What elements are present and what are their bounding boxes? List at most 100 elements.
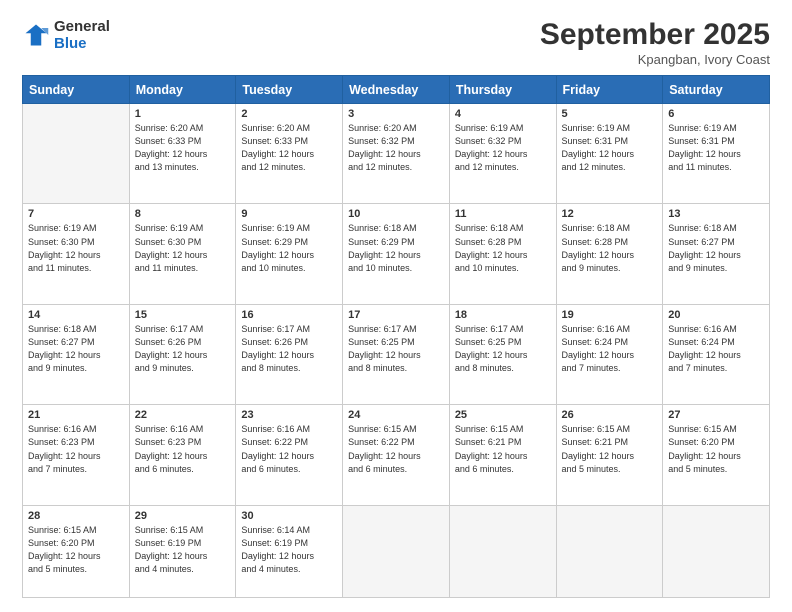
- calendar-week-3: 14Sunrise: 6:18 AM Sunset: 6:27 PM Dayli…: [23, 304, 770, 404]
- calendar-cell: 9 Sunrise: 6:19 AM Sunset: 6:29 PM Daylig…: [236, 204, 343, 304]
- day-info: Sunrise: 6:18 AM Sunset: 6:28 PM Dayligh…: [562, 222, 658, 274]
- day-number: 9: [241, 208, 337, 220]
- day-number: 22: [135, 409, 231, 421]
- day-number: 24: [348, 409, 444, 421]
- logo: General Blue: [22, 18, 110, 53]
- day-number: 15: [135, 309, 231, 321]
- calendar-week-5: 28 Sunrise: 6:15 AM Sunset: 6:20 PM Dayli…: [23, 505, 770, 597]
- day-number: 20: [668, 309, 764, 321]
- day-number: 13: [668, 208, 764, 220]
- calendar-week-4: 21 Sunrise: 6:16 AM Sunset: 6:23 PM Dayli…: [23, 405, 770, 505]
- calendar-table: SundayMondayTuesdayWednesdayThursdayFrid…: [22, 75, 770, 598]
- calendar-week-2: 7 Sunrise: 6:19 AM Sunset: 6:30 PM Daylig…: [23, 204, 770, 304]
- day-info: Sunrise: 6:17 AM Sunset: 6:25 PM Dayligh…: [455, 323, 551, 375]
- calendar-cell: 20Sunrise: 6:16 AM Sunset: 6:24 PM Dayli…: [663, 304, 770, 404]
- day-info: Sunrise: 6:19 AM Sunset: 6:29 PM Dayligh…: [241, 222, 337, 274]
- calendar-week-1: 1 Sunrise: 6:20 AM Sunset: 6:33 PM Daylig…: [23, 104, 770, 204]
- day-info: Sunrise: 6:19 AM Sunset: 6:31 PM Dayligh…: [562, 122, 658, 174]
- calendar-cell: 25Sunrise: 6:15 AM Sunset: 6:21 PM Dayli…: [449, 405, 556, 505]
- day-info: Sunrise: 6:15 AM Sunset: 6:21 PM Dayligh…: [562, 423, 658, 475]
- weekday-header-saturday: Saturday: [663, 76, 770, 104]
- calendar-cell: 26 Sunrise: 6:15 AM Sunset: 6:21 PM Dayli…: [556, 405, 663, 505]
- day-info: Sunrise: 6:16 AM Sunset: 6:23 PM Dayligh…: [135, 423, 231, 475]
- calendar-cell: 30Sunrise: 6:14 AM Sunset: 6:19 PM Dayli…: [236, 505, 343, 597]
- location: Kpangban, Ivory Coast: [540, 52, 770, 67]
- calendar-cell: 16 Sunrise: 6:17 AM Sunset: 6:26 PM Dayli…: [236, 304, 343, 404]
- day-info: Sunrise: 6:19 AM Sunset: 6:30 PM Dayligh…: [135, 222, 231, 274]
- day-number: 10: [348, 208, 444, 220]
- weekday-header-wednesday: Wednesday: [343, 76, 450, 104]
- calendar-cell: 29Sunrise: 6:15 AM Sunset: 6:19 PM Dayli…: [129, 505, 236, 597]
- day-number: 23: [241, 409, 337, 421]
- day-number: 1: [135, 108, 231, 120]
- calendar-cell: 28 Sunrise: 6:15 AM Sunset: 6:20 PM Dayli…: [23, 505, 130, 597]
- day-number: 3: [348, 108, 444, 120]
- calendar-cell: [343, 505, 450, 597]
- calendar-cell: [23, 104, 130, 204]
- calendar-cell: 8 Sunrise: 6:19 AM Sunset: 6:30 PM Daylig…: [129, 204, 236, 304]
- day-number: 28: [28, 510, 124, 522]
- day-info: Sunrise: 6:19 AM Sunset: 6:32 PM Dayligh…: [455, 122, 551, 174]
- weekday-header-tuesday: Tuesday: [236, 76, 343, 104]
- weekday-header-row: SundayMondayTuesdayWednesdayThursdayFrid…: [23, 76, 770, 104]
- calendar-cell: 11Sunrise: 6:18 AM Sunset: 6:28 PM Dayli…: [449, 204, 556, 304]
- day-number: 26: [562, 409, 658, 421]
- day-number: 17: [348, 309, 444, 321]
- calendar-cell: 27 Sunrise: 6:15 AM Sunset: 6:20 PM Dayli…: [663, 405, 770, 505]
- calendar-cell: 10 Sunrise: 6:18 AM Sunset: 6:29 PM Dayli…: [343, 204, 450, 304]
- calendar-cell: 5 Sunrise: 6:19 AM Sunset: 6:31 PM Daylig…: [556, 104, 663, 204]
- day-info: Sunrise: 6:18 AM Sunset: 6:29 PM Dayligh…: [348, 222, 444, 274]
- logo-icon: [22, 21, 50, 49]
- day-info: Sunrise: 6:18 AM Sunset: 6:27 PM Dayligh…: [28, 323, 124, 375]
- day-number: 8: [135, 208, 231, 220]
- day-info: Sunrise: 6:16 AM Sunset: 6:22 PM Dayligh…: [241, 423, 337, 475]
- calendar-cell: 22 Sunrise: 6:16 AM Sunset: 6:23 PM Dayli…: [129, 405, 236, 505]
- day-info: Sunrise: 6:15 AM Sunset: 6:20 PM Dayligh…: [668, 423, 764, 475]
- day-info: Sunrise: 6:18 AM Sunset: 6:28 PM Dayligh…: [455, 222, 551, 274]
- calendar-cell: 21 Sunrise: 6:16 AM Sunset: 6:23 PM Dayli…: [23, 405, 130, 505]
- day-info: Sunrise: 6:17 AM Sunset: 6:26 PM Dayligh…: [241, 323, 337, 375]
- day-number: 7: [28, 208, 124, 220]
- title-block: September 2025 Kpangban, Ivory Coast: [540, 18, 770, 67]
- page: General Blue September 2025 Kpangban, Iv…: [0, 0, 792, 612]
- day-number: 21: [28, 409, 124, 421]
- logo-text: General Blue: [54, 18, 110, 53]
- calendar-cell: 2 Sunrise: 6:20 AM Sunset: 6:33 PM Daylig…: [236, 104, 343, 204]
- calendar-cell: 15Sunrise: 6:17 AM Sunset: 6:26 PM Dayli…: [129, 304, 236, 404]
- calendar-cell: 7 Sunrise: 6:19 AM Sunset: 6:30 PM Daylig…: [23, 204, 130, 304]
- header: General Blue September 2025 Kpangban, Iv…: [22, 18, 770, 67]
- day-number: 18: [455, 309, 551, 321]
- calendar-cell: 24Sunrise: 6:15 AM Sunset: 6:22 PM Dayli…: [343, 405, 450, 505]
- calendar-cell: 6Sunrise: 6:19 AM Sunset: 6:31 PM Daylig…: [663, 104, 770, 204]
- day-info: Sunrise: 6:15 AM Sunset: 6:20 PM Dayligh…: [28, 524, 124, 576]
- calendar-cell: 14Sunrise: 6:18 AM Sunset: 6:27 PM Dayli…: [23, 304, 130, 404]
- calendar-cell: 17Sunrise: 6:17 AM Sunset: 6:25 PM Dayli…: [343, 304, 450, 404]
- day-number: 29: [135, 510, 231, 522]
- calendar-cell: [663, 505, 770, 597]
- day-number: 12: [562, 208, 658, 220]
- weekday-header-friday: Friday: [556, 76, 663, 104]
- calendar-cell: 4 Sunrise: 6:19 AM Sunset: 6:32 PM Daylig…: [449, 104, 556, 204]
- day-info: Sunrise: 6:19 AM Sunset: 6:30 PM Dayligh…: [28, 222, 124, 274]
- day-info: Sunrise: 6:16 AM Sunset: 6:24 PM Dayligh…: [562, 323, 658, 375]
- day-number: 5: [562, 108, 658, 120]
- calendar-cell: 18 Sunrise: 6:17 AM Sunset: 6:25 PM Dayli…: [449, 304, 556, 404]
- calendar-cell: 13Sunrise: 6:18 AM Sunset: 6:27 PM Dayli…: [663, 204, 770, 304]
- day-number: 16: [241, 309, 337, 321]
- day-number: 30: [241, 510, 337, 522]
- day-info: Sunrise: 6:19 AM Sunset: 6:31 PM Dayligh…: [668, 122, 764, 174]
- calendar-cell: [556, 505, 663, 597]
- weekday-header-thursday: Thursday: [449, 76, 556, 104]
- day-info: Sunrise: 6:16 AM Sunset: 6:23 PM Dayligh…: [28, 423, 124, 475]
- month-title: September 2025: [540, 18, 770, 51]
- logo-general: General: [54, 18, 110, 35]
- day-number: 2: [241, 108, 337, 120]
- day-number: 4: [455, 108, 551, 120]
- weekday-header-monday: Monday: [129, 76, 236, 104]
- day-number: 27: [668, 409, 764, 421]
- calendar-cell: 23 Sunrise: 6:16 AM Sunset: 6:22 PM Dayli…: [236, 405, 343, 505]
- day-info: Sunrise: 6:20 AM Sunset: 6:33 PM Dayligh…: [241, 122, 337, 174]
- calendar-cell: 1Sunrise: 6:20 AM Sunset: 6:33 PM Daylig…: [129, 104, 236, 204]
- day-info: Sunrise: 6:20 AM Sunset: 6:32 PM Dayligh…: [348, 122, 444, 174]
- day-info: Sunrise: 6:15 AM Sunset: 6:21 PM Dayligh…: [455, 423, 551, 475]
